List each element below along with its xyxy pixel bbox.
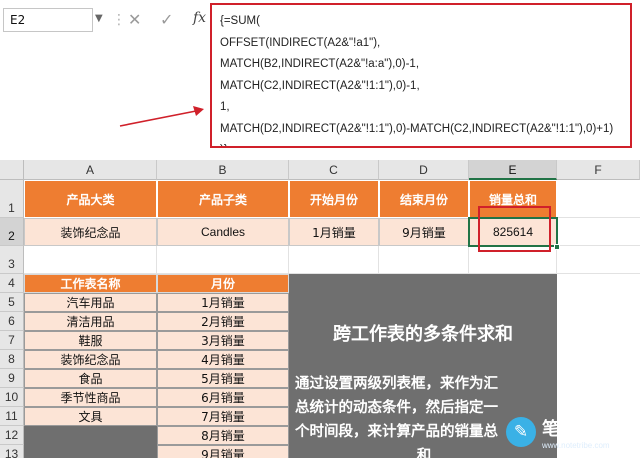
list-item-month[interactable]: 5月销量 bbox=[157, 369, 289, 388]
row-header-6[interactable]: 6 bbox=[0, 312, 24, 331]
cancel-icon[interactable]: ✕ bbox=[128, 10, 141, 29]
formula-line: MATCH(D2,INDIRECT(A2&"!1:1"),0)-MATCH(C2… bbox=[220, 122, 614, 135]
formula-line: 1, bbox=[220, 101, 230, 113]
list-header-month: 月份 bbox=[157, 274, 289, 293]
watermark-url: www.notetribe.com bbox=[542, 440, 610, 450]
header-cell-end-month[interactable]: 结束月份 bbox=[379, 180, 469, 218]
list-item-sheet-name[interactable]: 装饰纪念品 bbox=[24, 350, 157, 369]
enter-icon[interactable]: ✓ bbox=[160, 10, 173, 29]
row-header-7[interactable]: 7 bbox=[0, 331, 24, 350]
row-header-5[interactable]: 5 bbox=[0, 293, 24, 312]
list-item-month[interactable]: 8月销量 bbox=[157, 426, 289, 445]
column-header-a[interactable]: A bbox=[24, 160, 157, 180]
formula-bar-grip-icon: ⋮ bbox=[112, 12, 126, 28]
list-item-month[interactable]: 4月销量 bbox=[157, 350, 289, 369]
formula-input[interactable]: {=SUM( OFFSET(INDIRECT(A2&"!a1"), MATCH(… bbox=[210, 3, 632, 148]
column-header-b[interactable]: B bbox=[157, 160, 289, 180]
list-item-month[interactable]: 6月销量 bbox=[157, 388, 289, 407]
formula-line: )} bbox=[220, 140, 622, 146]
cell-c2-start-month[interactable]: 1月销量 bbox=[289, 218, 379, 246]
watermark-text: 笔记部落 bbox=[542, 418, 618, 440]
header-cell-subcategory[interactable]: 产品子类 bbox=[157, 180, 289, 218]
formula-line: OFFSET(INDIRECT(A2&"!a1"), bbox=[220, 36, 381, 49]
formula-bar: E2 ▼ ⋮ ✕ ✓ fx {=SUM( OFFSET(INDIRECT(A2&… bbox=[0, 0, 640, 162]
gray-block bbox=[24, 426, 157, 458]
cell-e2-sales-total[interactable]: 825614 bbox=[469, 218, 557, 246]
cell-d2-end-month[interactable]: 9月销量 bbox=[379, 218, 469, 246]
name-box[interactable]: E2 bbox=[3, 8, 93, 32]
row-header-10[interactable]: 10 bbox=[0, 388, 24, 407]
column-header-e[interactable]: E bbox=[469, 160, 557, 180]
list-item-month[interactable]: 1月销量 bbox=[157, 293, 289, 312]
list-item-month[interactable]: 3月销量 bbox=[157, 331, 289, 350]
list-item-sheet-name[interactable]: 季节性商品 bbox=[24, 388, 157, 407]
formula-line: {=SUM( bbox=[220, 15, 260, 27]
row-header-9[interactable]: 9 bbox=[0, 369, 24, 388]
list-item-sheet-name[interactable]: 清洁用品 bbox=[24, 312, 157, 331]
watermark: ✎ 笔记部落 www.notetribe.com bbox=[506, 410, 634, 454]
row-header-11[interactable]: 11 bbox=[0, 407, 24, 426]
header-cell-category[interactable]: 产品大类 bbox=[24, 180, 157, 218]
list-item-sheet-name[interactable]: 汽车用品 bbox=[24, 293, 157, 312]
formula-line: MATCH(C2,INDIRECT(A2&"!1:1"),0)-1, bbox=[220, 79, 420, 92]
list-item-month[interactable]: 7月销量 bbox=[157, 407, 289, 426]
column-header-d[interactable]: D bbox=[379, 160, 469, 180]
panel-title: 跨工作表的多条件求和 bbox=[333, 324, 513, 345]
cell-b2-subcategory[interactable]: Candles bbox=[157, 218, 289, 246]
list-item-month[interactable]: 2月销量 bbox=[157, 312, 289, 331]
header-cell-start-month[interactable]: 开始月份 bbox=[289, 180, 379, 218]
row-header-2[interactable]: 2 bbox=[0, 218, 24, 246]
column-header-f[interactable]: F bbox=[557, 160, 640, 180]
row-header-4[interactable]: 4 bbox=[0, 274, 24, 293]
list-item-sheet-name[interactable]: 食品 bbox=[24, 369, 157, 388]
row-header-1[interactable]: 1 bbox=[0, 180, 24, 218]
panel-description-line: 通过设置两级列表框，来作为汇 bbox=[295, 376, 498, 392]
list-header-sheet-name: 工作表名称 bbox=[24, 274, 157, 293]
list-item-month[interactable]: 9月销量 bbox=[157, 445, 289, 458]
list-item-sheet-name[interactable]: 鞋服 bbox=[24, 331, 157, 350]
insert-function-icon[interactable]: fx bbox=[193, 10, 206, 26]
pen-icon: ✎ bbox=[506, 417, 536, 447]
row-header-13[interactable]: 13 bbox=[0, 445, 24, 458]
list-item-sheet-name[interactable]: 文具 bbox=[24, 407, 157, 426]
cell-a2-category[interactable]: 装饰纪念品 bbox=[24, 218, 157, 246]
fill-handle[interactable] bbox=[554, 244, 560, 250]
row-header-3[interactable]: 3 bbox=[0, 246, 24, 274]
select-all-corner[interactable] bbox=[0, 160, 24, 180]
column-header-c[interactable]: C bbox=[289, 160, 379, 180]
row-header-8[interactable]: 8 bbox=[0, 350, 24, 369]
formula-line: MATCH(B2,INDIRECT(A2&"!a:a"),0)-1, bbox=[220, 58, 420, 70]
header-cell-sales-total[interactable]: 销量总和 bbox=[469, 180, 557, 218]
spreadsheet-grid: A B C D E F 1 2 3 4 5 6 7 8 9 10 11 12 1… bbox=[0, 160, 640, 458]
row-header-12[interactable]: 12 bbox=[0, 426, 24, 445]
name-box-dropdown-icon[interactable]: ▼ bbox=[95, 13, 103, 24]
